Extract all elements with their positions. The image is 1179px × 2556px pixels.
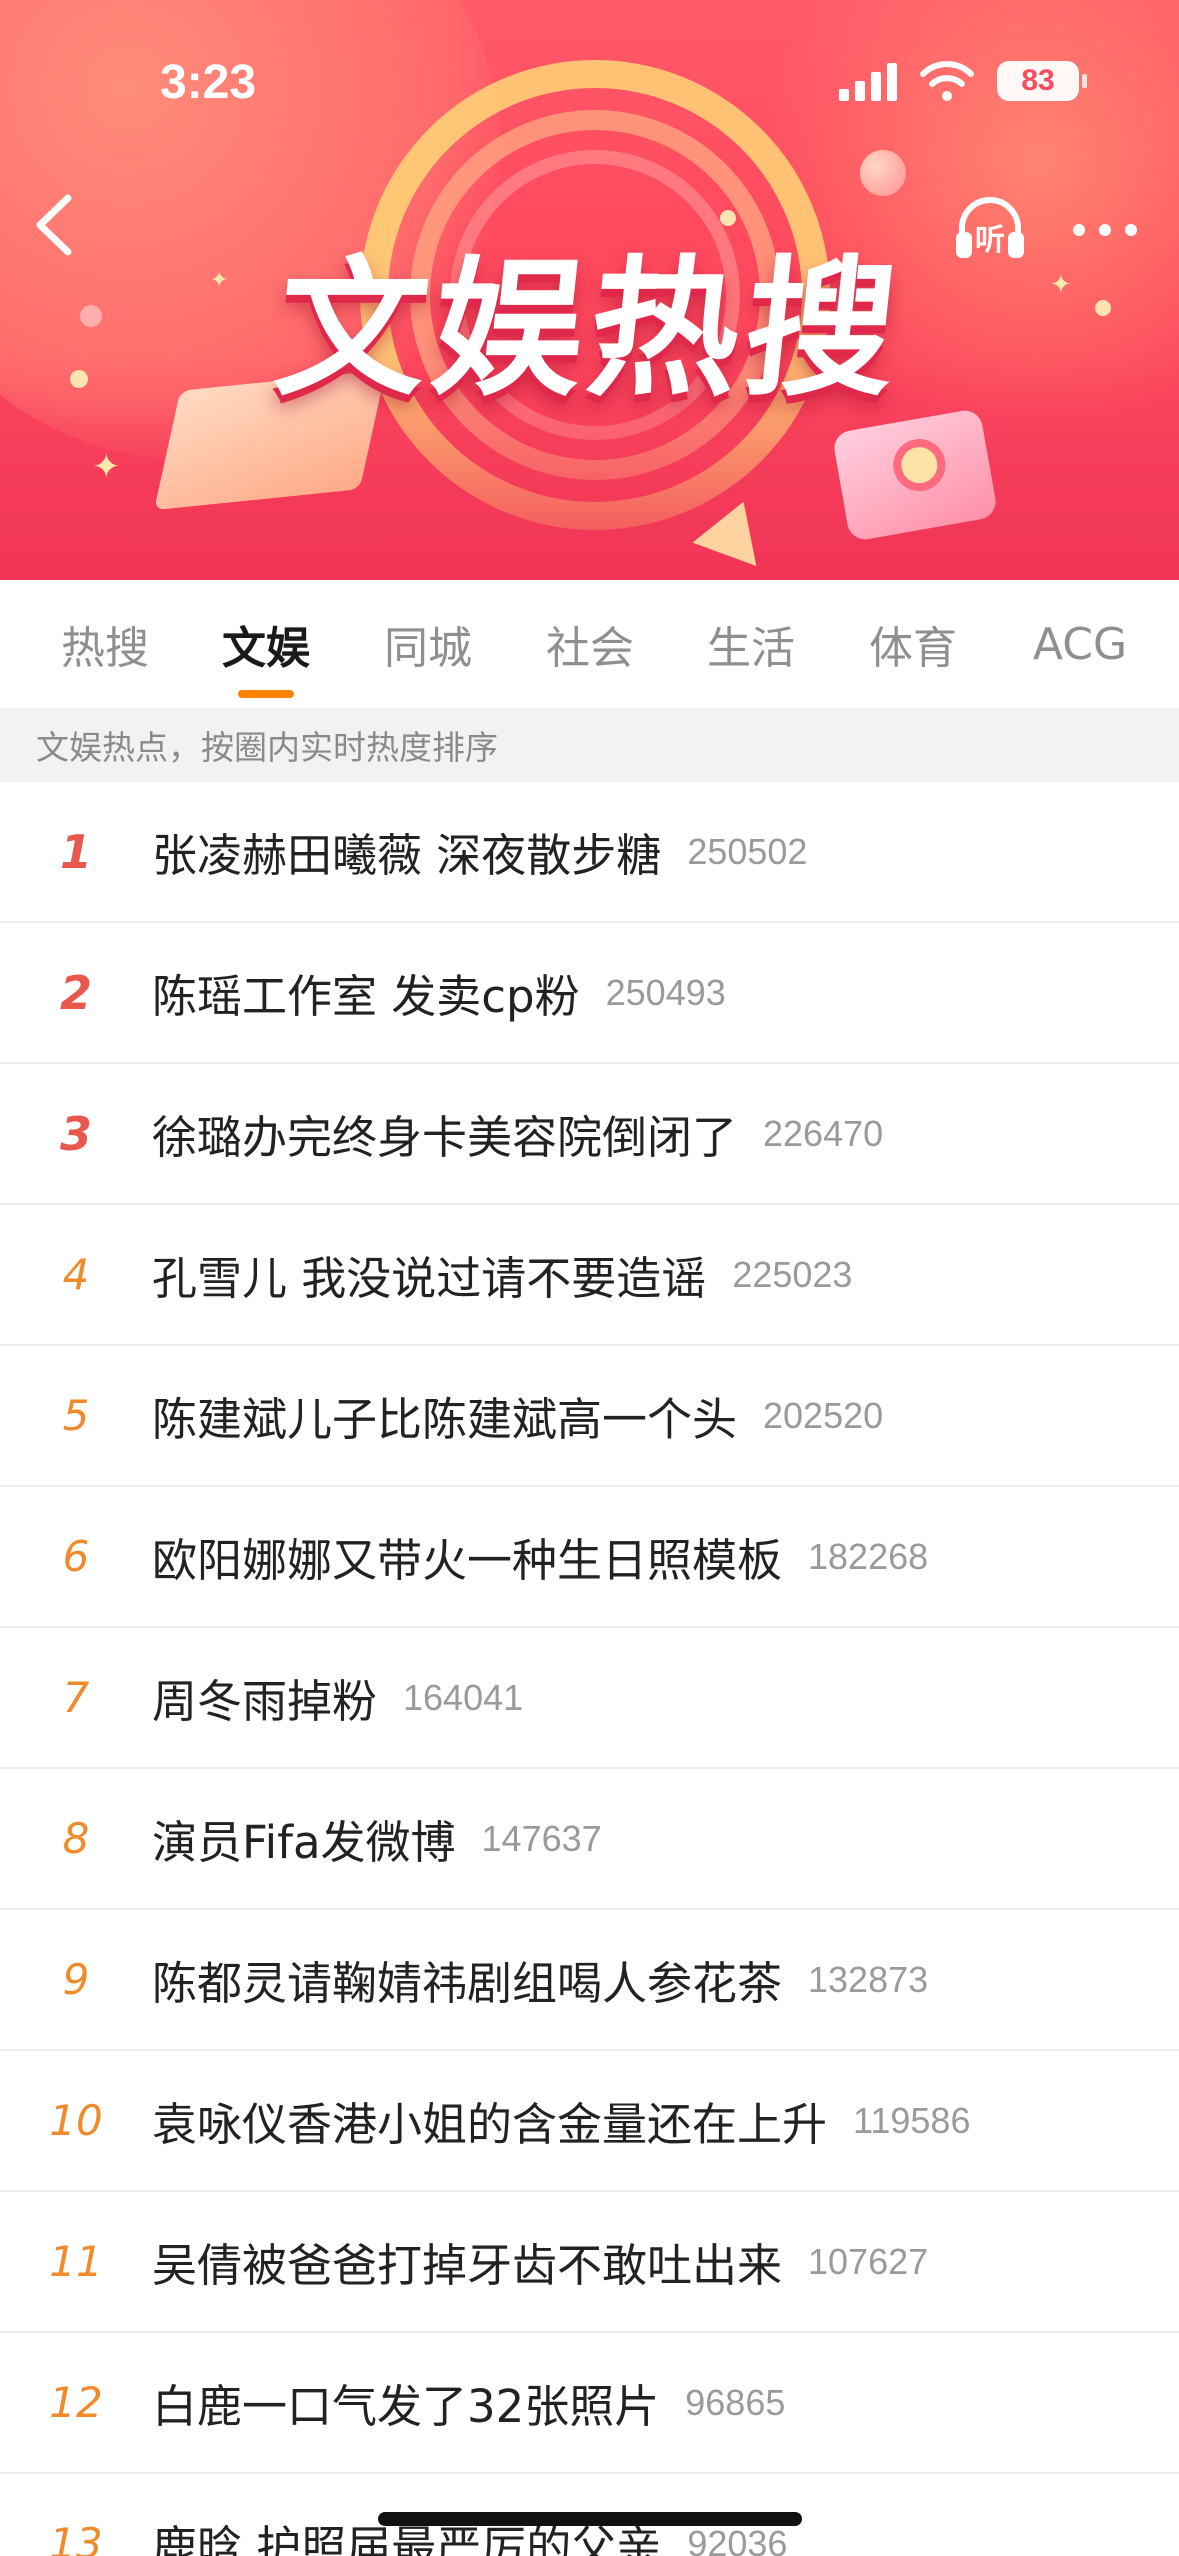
tab-hot[interactable]: 热搜 bbox=[48, 580, 162, 708]
headphones-icon: 听 bbox=[956, 197, 1024, 258]
topic-title: 陈都灵请鞠婧祎剧组喝人参花茶 bbox=[152, 1957, 783, 2010]
heat-count: 250502 bbox=[687, 830, 808, 872]
tab-acg[interactable]: ACG bbox=[1020, 580, 1140, 708]
list-item[interactable]: 2 陈瑶工作室 发卖cp粉 250493 bbox=[0, 923, 1179, 1064]
topic-title: 周冬雨掉粉 bbox=[152, 1675, 378, 1728]
rank-number: 1 bbox=[59, 824, 92, 879]
active-tab-indicator bbox=[238, 690, 294, 698]
list-item[interactable]: 1 张凌赫田曦薇 深夜散步糖 250502 bbox=[0, 782, 1179, 923]
heat-count: 164041 bbox=[403, 1676, 524, 1718]
rank-number: 6 bbox=[62, 1532, 90, 1581]
more-button[interactable] bbox=[1065, 200, 1145, 260]
topic-title: 陈瑶工作室 发卖cp粉 bbox=[152, 970, 580, 1023]
heat-count: 226470 bbox=[763, 1112, 884, 1154]
heat-count: 107627 bbox=[808, 2240, 929, 2282]
heat-count: 202520 bbox=[763, 1394, 884, 1436]
rank-number: 7 bbox=[62, 1673, 90, 1722]
page-title: 文娱热搜 bbox=[268, 243, 911, 417]
planet-icon bbox=[860, 150, 906, 196]
tab-sports[interactable]: 体育 bbox=[856, 580, 970, 708]
chevron-left-icon bbox=[36, 194, 72, 256]
battery-level: 83 bbox=[1021, 64, 1055, 97]
list-item[interactable]: 12 白鹿一口气发了32张照片 96865 bbox=[0, 2333, 1179, 2474]
sparkle-dot bbox=[720, 210, 736, 226]
heat-count: 96865 bbox=[685, 2381, 786, 2423]
list-item[interactable]: 4 孔雪儿 我没说过请不要造谣 225023 bbox=[0, 1205, 1179, 1346]
listen-button[interactable]: 听 bbox=[950, 188, 1030, 268]
tab-local[interactable]: 同城 bbox=[371, 580, 485, 708]
list-item[interactable]: 8 演员Fifa发微博 147637 bbox=[0, 1769, 1179, 1910]
heat-count: 92036 bbox=[687, 2522, 788, 2556]
back-button[interactable] bbox=[20, 190, 90, 260]
tab-life[interactable]: 生活 bbox=[694, 580, 808, 708]
status-time: 3:23 bbox=[160, 56, 257, 109]
list-item[interactable]: 11 吴倩被爸爸打掉牙齿不敢吐出来 107627 bbox=[0, 2192, 1179, 2333]
star-icon: ✦ bbox=[92, 447, 121, 487]
listen-label: 听 bbox=[975, 223, 1005, 258]
rank-number: 3 bbox=[59, 1106, 92, 1161]
list-item[interactable]: 7 周冬雨掉粉 164041 bbox=[0, 1628, 1179, 1769]
list-item[interactable]: 9 陈都灵请鞠婧祎剧组喝人参花茶 132873 bbox=[0, 1910, 1179, 2051]
heat-count: 132873 bbox=[808, 1958, 929, 2000]
signal-icon bbox=[839, 63, 897, 101]
rank-number: 11 bbox=[49, 2237, 103, 2286]
topic-title: 张凌赫田曦薇 深夜散步糖 bbox=[152, 829, 662, 882]
trending-list: 1 张凌赫田曦薇 深夜散步糖 250502 2 陈瑶工作室 发卖cp粉 2504… bbox=[0, 782, 1179, 2556]
status-icons: 83 bbox=[839, 60, 1087, 102]
section-hint: 文娱热点，按圈内实时热度排序 bbox=[0, 708, 1179, 782]
topic-title: 陈建斌儿子比陈建斌高一个头 bbox=[152, 1393, 738, 1446]
list-item[interactable]: 3 徐璐办完终身卡美容院倒闭了 226470 bbox=[0, 1064, 1179, 1205]
topic-title: 演员Fifa发微博 bbox=[152, 1816, 456, 1869]
rank-number: 10 bbox=[49, 2096, 103, 2145]
topic-title: 欧阳娜娜又带火一种生日照模板 bbox=[152, 1534, 783, 1587]
tab-society[interactable]: 社会 bbox=[533, 580, 647, 708]
header-banner: ✦ ✦ ✦ 文娱热搜 3:23 83 听 bbox=[0, 0, 1179, 580]
heat-count: 119586 bbox=[853, 2099, 971, 2141]
battery-indicator: 83 bbox=[997, 61, 1087, 101]
topic-title: 袁咏仪香港小姐的含金量还在上升 bbox=[152, 2098, 828, 2151]
heat-count: 250493 bbox=[605, 971, 726, 1013]
rank-number: 9 bbox=[62, 1955, 90, 2004]
more-icon bbox=[1073, 224, 1085, 236]
list-item[interactable]: 5 陈建斌儿子比陈建斌高一个头 202520 bbox=[0, 1346, 1179, 1487]
home-indicator[interactable] bbox=[378, 2512, 802, 2526]
topic-title: 孔雪儿 我没说过请不要造谣 bbox=[152, 1252, 707, 1305]
wifi-icon bbox=[920, 61, 974, 101]
rank-number: 8 bbox=[62, 1814, 90, 1863]
rank-number: 5 bbox=[62, 1391, 90, 1440]
rank-number: 13 bbox=[49, 2519, 103, 2556]
category-tabs: 热搜 文娱 同城 社会 生活 体育 ACG bbox=[0, 580, 1179, 708]
topic-title: 徐璐办完终身卡美容院倒闭了 bbox=[152, 1111, 738, 1164]
list-item[interactable]: 6 欧阳娜娜又带火一种生日照模板 182268 bbox=[0, 1487, 1179, 1628]
topic-title: 吴倩被爸爸打掉牙齿不敢吐出来 bbox=[152, 2239, 783, 2292]
heat-count: 147637 bbox=[481, 1817, 602, 1859]
list-item[interactable]: 10 袁咏仪香港小姐的含金量还在上升 119586 bbox=[0, 2051, 1179, 2192]
rank-number: 12 bbox=[49, 2378, 103, 2427]
rank-number: 2 bbox=[59, 965, 92, 1020]
heat-count: 225023 bbox=[732, 1253, 853, 1295]
rank-number: 4 bbox=[62, 1250, 90, 1299]
topic-title: 白鹿一口气发了32张照片 bbox=[152, 2380, 660, 2433]
tab-entertainment[interactable]: 文娱 bbox=[209, 580, 323, 708]
heat-count: 182268 bbox=[808, 1535, 929, 1577]
